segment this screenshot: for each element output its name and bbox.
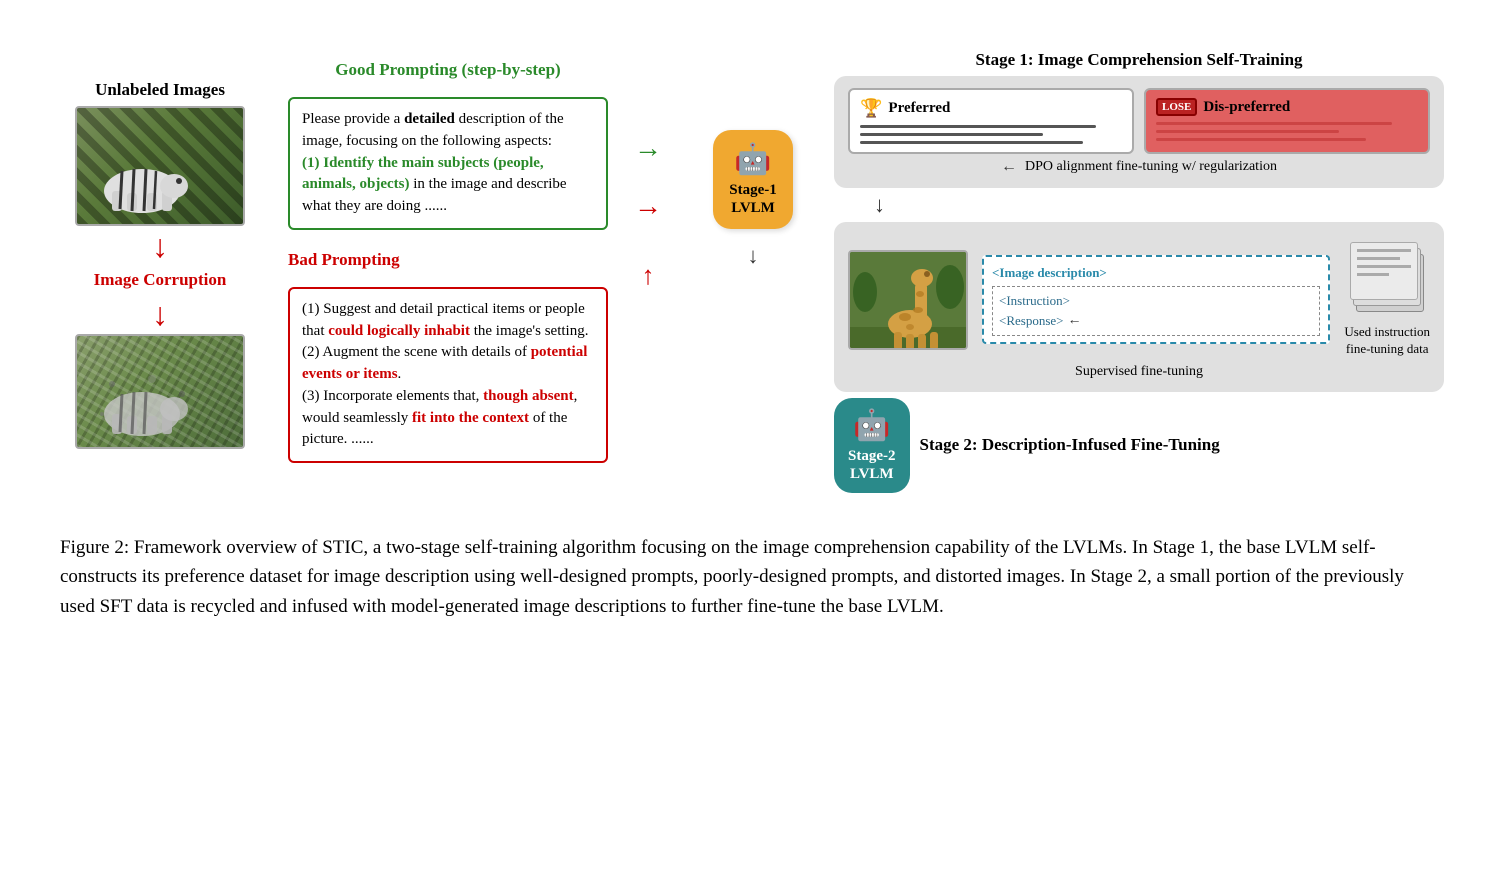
- dispref-line-1: [1156, 122, 1392, 125]
- arrow-column: → → ↑: [608, 50, 688, 291]
- pref-row: 🏆 Preferred LOSE: [848, 88, 1430, 154]
- instruction-response-box: <Instruction> <Response> ←: [992, 286, 1320, 337]
- stage1-block: 🏆 Preferred LOSE: [834, 76, 1444, 188]
- good-prompt-bold: detailed: [404, 111, 455, 127]
- bad-prompt-3: (3) Incorporate elements that, though ab…: [302, 388, 577, 448]
- down-arrow-from-stage1: ↓: [748, 243, 759, 269]
- dispreferred-header: LOSE Dis-preferred: [1156, 98, 1290, 116]
- img-desc-label: <Image description>: [992, 263, 1320, 283]
- paper-line-2: [1357, 257, 1400, 260]
- pref-line-1: [860, 125, 1096, 128]
- caption-text: Figure 2: Framework overview of STIC, a …: [60, 537, 1404, 617]
- dispreferred-label: Dis-preferred: [1203, 99, 1290, 116]
- stage1-label: Stage 1: Image Comprehension Self-Traini…: [834, 50, 1444, 70]
- stage2-lvlm-box: 🤖 Stage-2LVLM: [834, 398, 910, 493]
- robot-icon: 🤖: [734, 142, 771, 177]
- paper-line-3: [1357, 265, 1411, 268]
- instruction-label: <Instruction>: [999, 291, 1313, 311]
- good-prompting-title: Good Prompting (step-by-step): [288, 60, 608, 80]
- bad-prompt-2: (2) Augment the scene with details of po…: [302, 344, 587, 382]
- response-label: <Response>: [999, 311, 1064, 331]
- green-right-arrow: →: [634, 135, 662, 163]
- red-up-arrow: ↑: [642, 261, 655, 291]
- stacked-papers: [1350, 242, 1425, 317]
- left-arrow-response: ←: [1068, 310, 1082, 331]
- diagram-wrapper: Unlabeled Images: [60, 30, 1444, 503]
- unlabeled-images-label: Unlabeled Images: [95, 80, 225, 100]
- dispreferred-box: LOSE Dis-preferred: [1144, 88, 1430, 154]
- zebra-top-image: [75, 106, 245, 226]
- preferred-header: 🏆 Preferred: [860, 98, 950, 119]
- zebra-bottom-image: [75, 334, 245, 449]
- stage1-lvlm-box: 🤖 Stage-1LVLM: [713, 130, 793, 229]
- good-prompt-text-1: Please provide a detailed description of…: [302, 111, 564, 149]
- right-section: Stage 1: Image Comprehension Self-Traini…: [834, 50, 1444, 493]
- down-arrow-icon: ↓: [874, 192, 885, 218]
- zebra-svg: [92, 141, 192, 216]
- stage1-lvlm-column: 🤖 Stage-1LVLM ↓: [688, 130, 818, 269]
- sft-row: <Image description> <Instruction> <Respo…: [848, 242, 1430, 358]
- down-arrow-between-stages: ↓: [834, 192, 1444, 218]
- bad-prompt-box: (1) Suggest and detail practical items o…: [288, 287, 608, 463]
- left-column: Unlabeled Images: [60, 80, 260, 449]
- diagram-area: Unlabeled Images: [60, 30, 1444, 503]
- corruption-arrow-2: ↓: [152, 298, 168, 330]
- lose-badge: LOSE: [1156, 98, 1197, 116]
- corruption-arrow: ↓: [152, 230, 168, 262]
- pref-line-2: [860, 133, 1043, 136]
- robot2-icon: 🤖: [853, 408, 890, 443]
- dispref-line-3: [1156, 138, 1366, 141]
- response-row: <Response> ←: [999, 310, 1313, 331]
- stage2-lvlm-label: Stage-2LVLM: [848, 447, 896, 483]
- middle-column: Good Prompting (step-by-step) Please pro…: [288, 60, 608, 463]
- good-prompt-box: Please provide a detailed description of…: [288, 97, 608, 230]
- paper-front: [1350, 242, 1418, 300]
- stage2-section: 🤖 Stage-2LVLM Stage 2: Description-Infus…: [834, 398, 1444, 493]
- bad-prompt-1: (1) Suggest and detail practical items o…: [302, 301, 588, 339]
- dpo-label: DPO alignment fine-tuning w/ regularizat…: [1025, 159, 1277, 175]
- image-corruption-label: Image Corruption: [94, 270, 227, 290]
- pref-line-3: [860, 141, 1083, 144]
- red-right-arrow: →: [634, 193, 662, 221]
- dispref-line-2: [1156, 130, 1339, 133]
- sft-label: Supervised fine-tuning: [848, 364, 1430, 380]
- stage1-lvlm-label: Stage-1LVLM: [729, 181, 777, 217]
- giraffe-svg: [850, 252, 968, 350]
- corrupted-zebra-svg: [92, 364, 192, 439]
- preferred-label: Preferred: [888, 100, 950, 117]
- main-container: Unlabeled Images: [60, 30, 1444, 621]
- figure-caption: Figure 2: Framework overview of STIC, a …: [60, 533, 1440, 621]
- bad-prompting-title: Bad Prompting: [288, 250, 608, 270]
- stage2-block: <Image description> <Instruction> <Respo…: [834, 222, 1444, 392]
- paper-line-1: [1357, 249, 1411, 252]
- stage2-label: Stage 2: Description-Infused Fine-Tuning: [920, 435, 1220, 455]
- giraffe-image: [848, 250, 968, 350]
- preferred-lines: [860, 125, 1122, 144]
- dispref-lines: [1156, 122, 1418, 141]
- preferred-box: 🏆 Preferred: [848, 88, 1134, 154]
- image-description-box: <Image description> <Instruction> <Respo…: [982, 255, 1330, 344]
- trophy-icon: 🏆: [860, 98, 882, 119]
- data-stack: Used instruction fine-tuning data: [1344, 242, 1430, 358]
- paper-line-4: [1357, 273, 1389, 276]
- used-instr-label: Used instruction fine-tuning data: [1344, 324, 1430, 358]
- left-arrow-dpo: ←: [1001, 158, 1017, 176]
